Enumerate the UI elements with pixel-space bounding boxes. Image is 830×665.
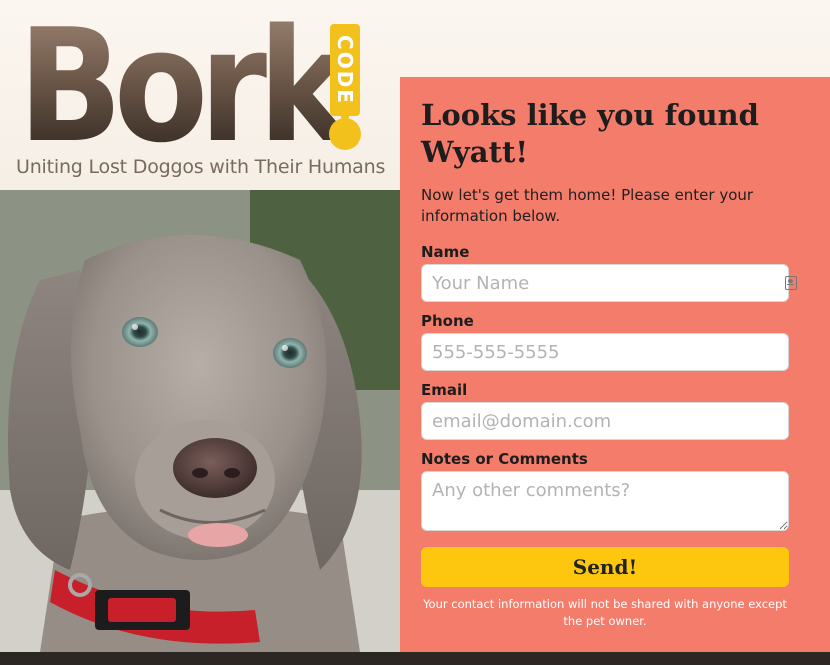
footer-bar — [0, 652, 830, 665]
contact-card-icon[interactable] — [785, 276, 797, 290]
notes-label: Notes or Comments — [421, 450, 588, 468]
logo-tag-charm-icon — [329, 110, 361, 150]
name-field-wrap — [421, 264, 809, 302]
email-field-wrap — [421, 402, 809, 440]
email-input[interactable] — [421, 402, 789, 440]
phone-label: Phone — [421, 312, 474, 330]
tagline: Uniting Lost Doggos with Their Humans — [16, 156, 386, 178]
privacy-note: Your contact information will not be sha… — [423, 597, 787, 628]
logo-tag-text: CODE — [333, 35, 357, 105]
form-intro: Now let's get them home! Please enter yo… — [421, 186, 754, 225]
notes-field-wrap — [421, 471, 809, 535]
send-button[interactable]: Send! — [421, 547, 789, 587]
dog-photo — [0, 190, 400, 652]
found-pet-form-panel: Looks like you found Wyatt! Now let's ge… — [400, 77, 830, 652]
logo-code-tag: CODE — [330, 24, 360, 116]
name-input[interactable] — [421, 264, 789, 302]
page-title: Looks like you found Wyatt! — [421, 98, 759, 169]
phone-input[interactable] — [421, 333, 789, 371]
phone-field-wrap — [421, 333, 809, 371]
name-label: Name — [421, 243, 470, 261]
notes-textarea[interactable] — [421, 471, 789, 531]
logo-wordmark: Bork — [18, 0, 350, 177]
email-label: Email — [421, 381, 468, 399]
